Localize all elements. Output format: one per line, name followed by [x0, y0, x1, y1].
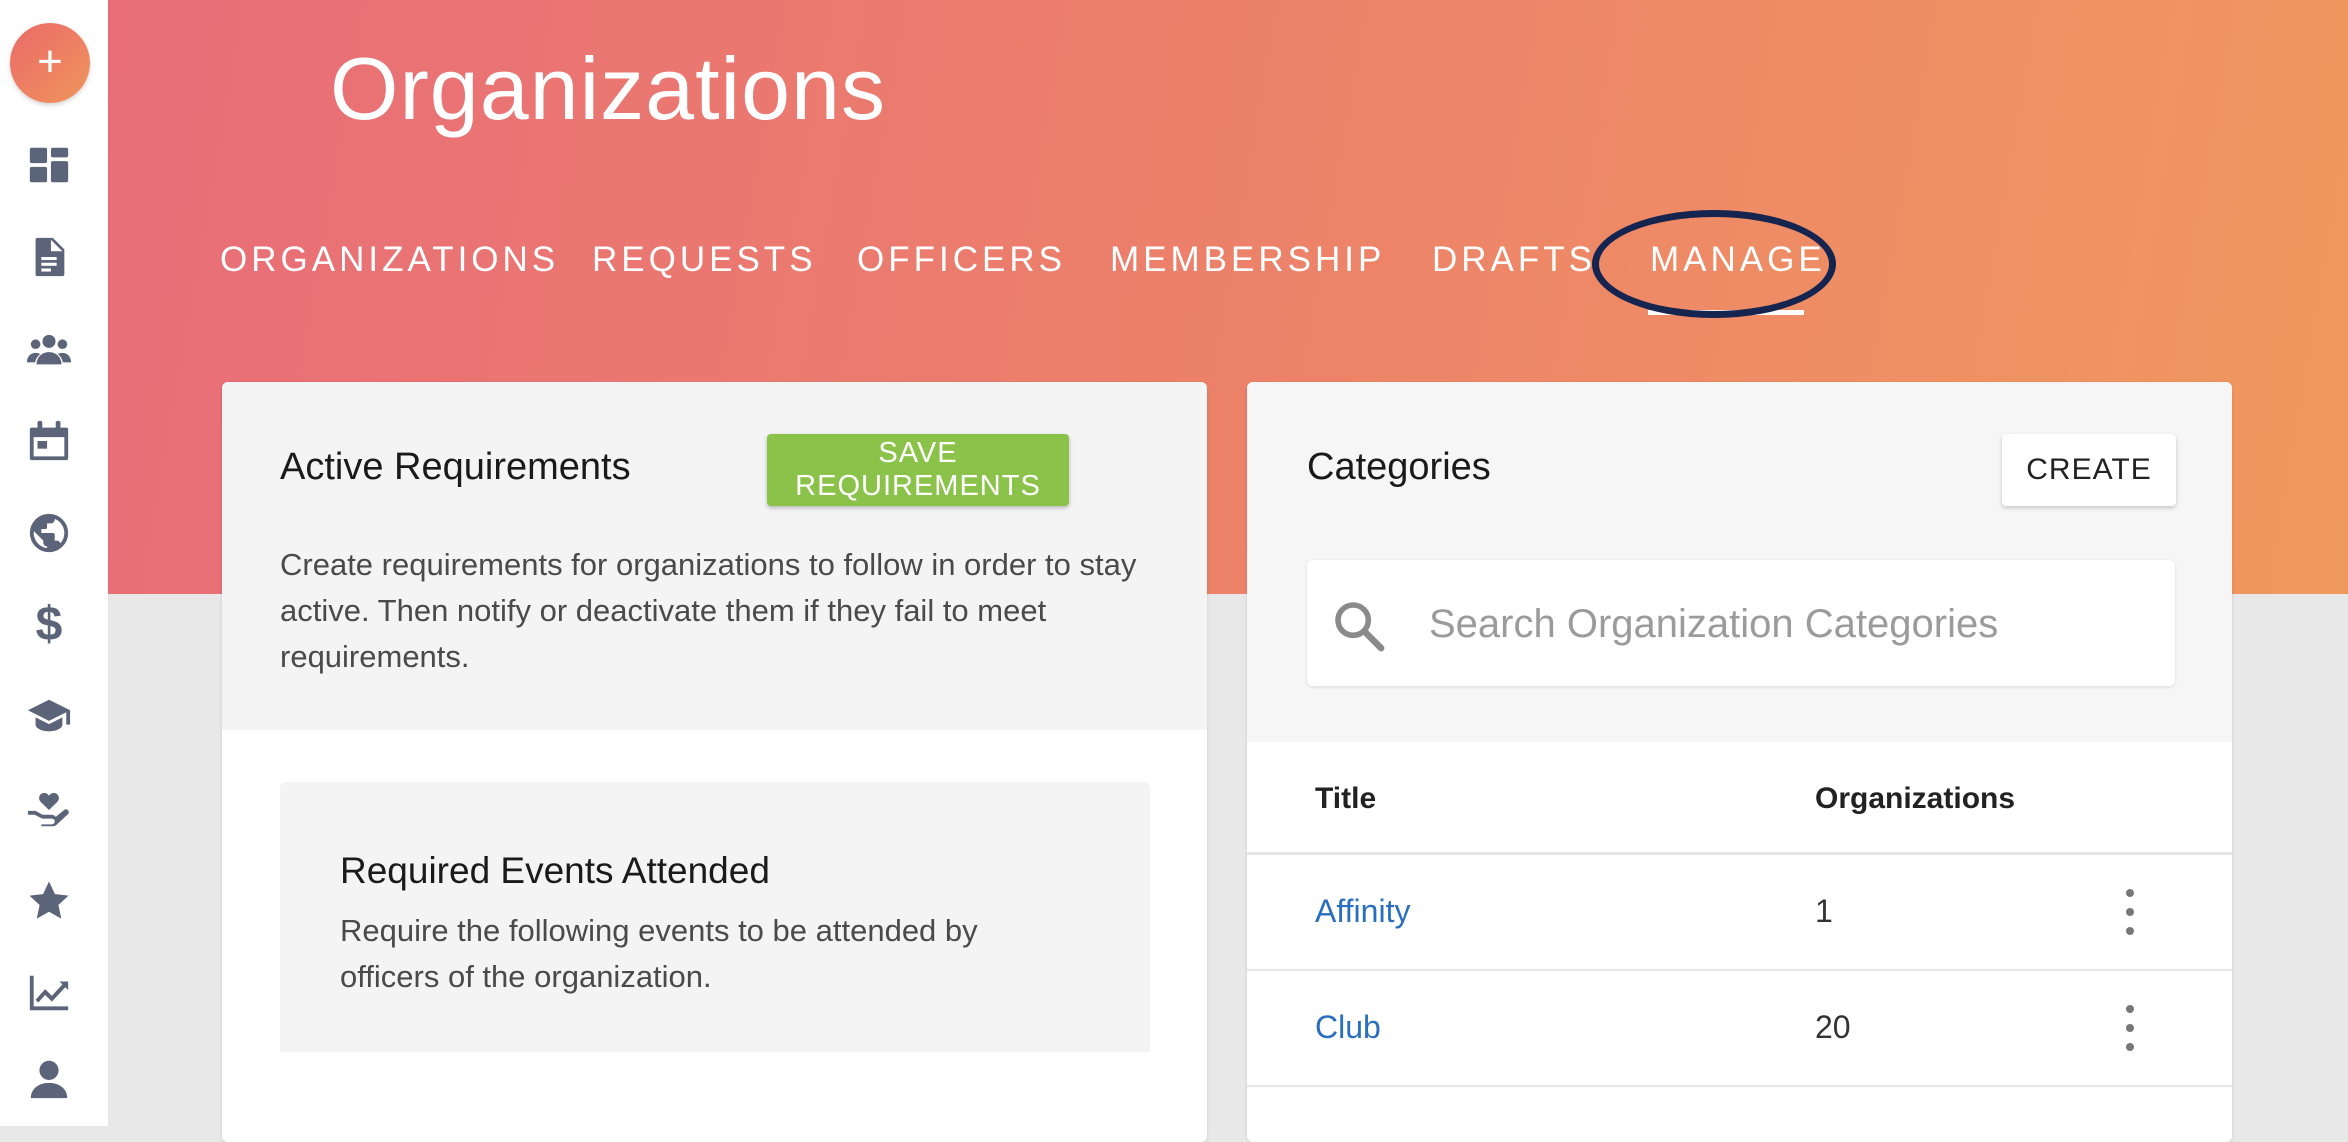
globe-icon[interactable]	[24, 508, 74, 558]
add-button[interactable]: +	[10, 23, 90, 103]
table-row: Affinity 1	[1247, 855, 2232, 971]
required-events-description: Require the following events to be atten…	[340, 913, 978, 994]
tab-manage[interactable]: MANAGE	[1650, 240, 1826, 280]
table-header: Title Organizations	[1247, 742, 2232, 855]
dashboard-icon[interactable]	[24, 140, 74, 190]
required-events-title: Required Events Attended	[340, 850, 770, 891]
requirements-description: Create requirements for organizations to…	[280, 547, 1137, 674]
more-options-icon[interactable]	[2117, 1005, 2143, 1051]
page-title: Organizations	[330, 39, 886, 138]
calendar-icon[interactable]	[24, 416, 74, 466]
search-icon	[1335, 602, 1385, 652]
graduation-cap-icon[interactable]	[24, 692, 74, 742]
category-link-affinity[interactable]: Affinity	[1315, 893, 1410, 930]
dollar-icon[interactable]: $	[24, 600, 74, 650]
tab-drafts[interactable]: DRAFTS	[1432, 240, 1596, 280]
categories-card: Categories CREATE Title Organizations Af…	[1247, 382, 2232, 1142]
star-icon[interactable]	[24, 876, 74, 926]
search-bar[interactable]	[1307, 560, 2175, 686]
categories-title: Categories	[1307, 446, 1491, 488]
tab-officers[interactable]: OFFICERS	[857, 240, 1066, 280]
categories-header: Categories CREATE	[1247, 382, 2232, 742]
required-events-content	[280, 1052, 1150, 1142]
requirements-header: Active Requirements SAVE REQUIREMENTS Cr…	[222, 382, 1207, 730]
save-requirements-button[interactable]: SAVE REQUIREMENTS	[767, 434, 1069, 506]
tab-membership[interactable]: MEMBERSHIP	[1110, 240, 1385, 280]
document-icon[interactable]	[24, 232, 74, 282]
sidebar: + $	[0, 0, 108, 1126]
create-category-button[interactable]: CREATE	[2002, 434, 2176, 506]
active-requirements-card: Active Requirements SAVE REQUIREMENTS Cr…	[222, 382, 1207, 1142]
column-organizations[interactable]: Organizations	[1815, 782, 2015, 816]
people-icon[interactable]	[24, 324, 74, 374]
active-tab-indicator	[1648, 310, 1804, 315]
requirements-title: Active Requirements	[280, 446, 631, 488]
search-input[interactable]	[1427, 584, 2151, 664]
tab-requests[interactable]: REQUESTS	[592, 240, 817, 280]
more-options-icon[interactable]	[2117, 889, 2143, 935]
organization-count: 1	[1815, 893, 1833, 929]
dollar-glyph: $	[35, 598, 63, 651]
column-title[interactable]: Title	[1315, 782, 1376, 816]
required-events-section: Required Events Attended Require the fol…	[280, 782, 1150, 1142]
chart-icon[interactable]	[24, 968, 74, 1018]
heart-hand-icon[interactable]	[24, 784, 74, 834]
organization-count: 20	[1815, 1009, 1851, 1045]
table-row: Club 20	[1247, 971, 2232, 1087]
category-link-club[interactable]: Club	[1315, 1009, 1381, 1046]
tab-organizations[interactable]: ORGANIZATIONS	[220, 240, 559, 280]
user-icon[interactable]	[24, 1054, 74, 1104]
